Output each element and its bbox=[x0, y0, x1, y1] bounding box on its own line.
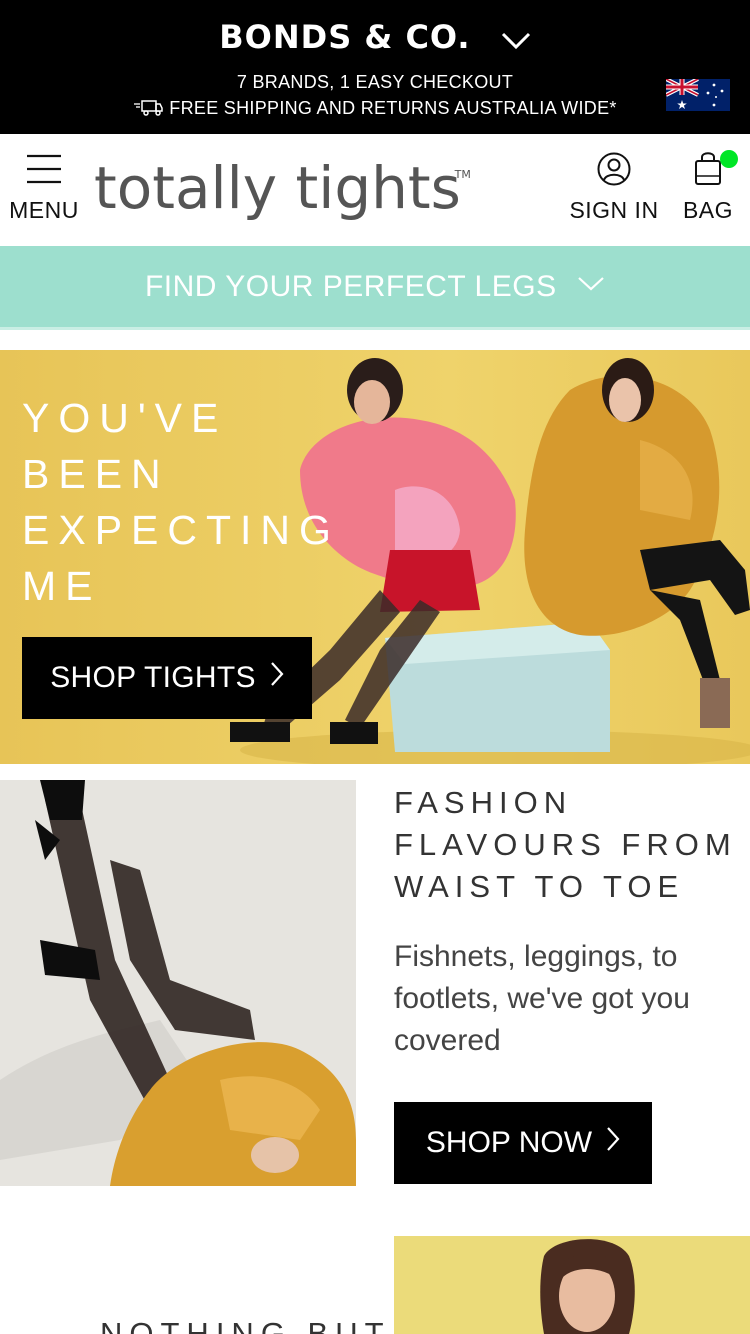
hamburger-icon bbox=[8, 154, 80, 189]
bag-indicator-dot bbox=[720, 150, 738, 168]
site-logo[interactable]: totally tights TM bbox=[94, 154, 471, 222]
hero-banner: YOU'VE BEEN EXPECTING ME SHOP TIGHTS bbox=[0, 350, 750, 764]
sign-in-label: SIGN IN bbox=[569, 197, 659, 223]
shop-tights-button[interactable]: SHOP TIGHTS bbox=[22, 637, 312, 719]
sign-in-button[interactable]: SIGN IN bbox=[566, 152, 662, 224]
brand-switcher[interactable]: BONDS & CO. bbox=[0, 18, 750, 58]
finder-label: FIND YOUR PERFECT LEGS bbox=[144, 270, 557, 303]
feature2-photo bbox=[394, 1236, 750, 1334]
logo-text: totally tights bbox=[94, 154, 461, 222]
australia-flag-icon[interactable] bbox=[666, 79, 730, 111]
feature-photo-art bbox=[0, 780, 356, 1186]
site-header: MENU totally tights TM SIGN IN BAG bbox=[0, 134, 750, 246]
chevron-right-icon bbox=[606, 1126, 620, 1160]
promo-shipping-text: FREE SHIPPING AND RETURNS AUSTRALIA WIDE… bbox=[169, 98, 617, 118]
hero-title-line: BEEN bbox=[22, 451, 170, 497]
feature-title-line: FLAVOURS FROM bbox=[394, 827, 737, 862]
feature2-title: NOTHING BUT bbox=[100, 1316, 391, 1334]
chevron-right-icon bbox=[270, 661, 284, 695]
chevron-down-icon bbox=[501, 20, 531, 58]
shop-now-label: SHOP NOW bbox=[425, 1126, 593, 1159]
bag-button[interactable]: BAG bbox=[678, 150, 738, 224]
promo-line-shipping: FREE SHIPPING AND RETURNS AUSTRALIA WIDE… bbox=[0, 98, 750, 122]
feature-description: Fishnets, leggings, to footlets, we've g… bbox=[394, 940, 690, 1057]
hero-title: YOU'VE BEEN EXPECTING ME bbox=[22, 390, 340, 614]
chevron-down-icon bbox=[577, 276, 605, 297]
menu-label: MENU bbox=[9, 197, 79, 223]
feature-title: FASHION FLAVOURS FROM WAIST TO TOE bbox=[394, 782, 744, 908]
logo-trademark: TM bbox=[454, 168, 471, 181]
user-icon bbox=[566, 152, 662, 191]
truck-icon bbox=[133, 99, 164, 122]
feature-photo bbox=[0, 780, 356, 1186]
hero-title-line: EXPECTING bbox=[22, 507, 340, 553]
shop-now-button[interactable]: SHOP NOW bbox=[394, 1102, 652, 1184]
brand-bar: BONDS & CO. 7 BRANDS, 1 EASY CHECKOUT FR… bbox=[0, 0, 750, 134]
hero-title-line: ME bbox=[22, 563, 102, 609]
promo-line-brands: 7 BRANDS, 1 EASY CHECKOUT bbox=[236, 72, 514, 92]
feature-title-line: WAIST TO TOE bbox=[394, 869, 685, 904]
menu-button[interactable]: MENU bbox=[8, 152, 80, 232]
feature2-photo-art bbox=[394, 1236, 750, 1334]
brand-name: BONDS & CO. bbox=[219, 18, 471, 56]
feature-title-line: FASHION bbox=[394, 785, 573, 820]
shop-tights-label: SHOP TIGHTS bbox=[50, 661, 256, 694]
find-perfect-legs-dropdown[interactable]: FIND YOUR PERFECT LEGS bbox=[0, 246, 750, 330]
hero-title-line: YOU'VE bbox=[22, 395, 228, 441]
bag-label: BAG bbox=[682, 197, 734, 223]
